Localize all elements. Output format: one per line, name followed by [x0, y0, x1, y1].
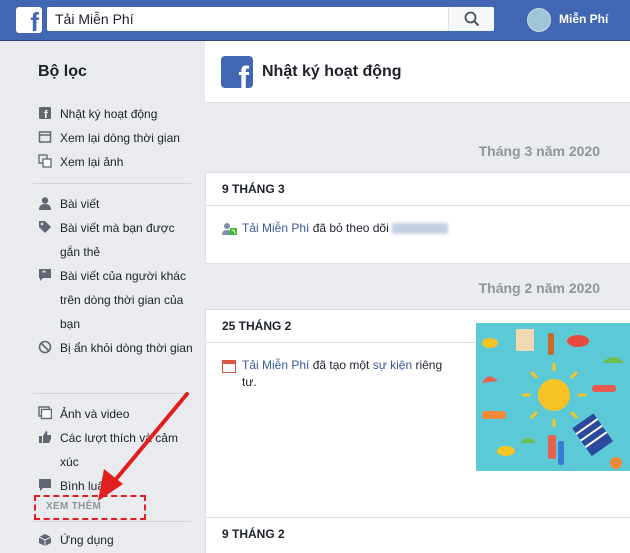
annotation-arrow: [98, 392, 189, 501]
